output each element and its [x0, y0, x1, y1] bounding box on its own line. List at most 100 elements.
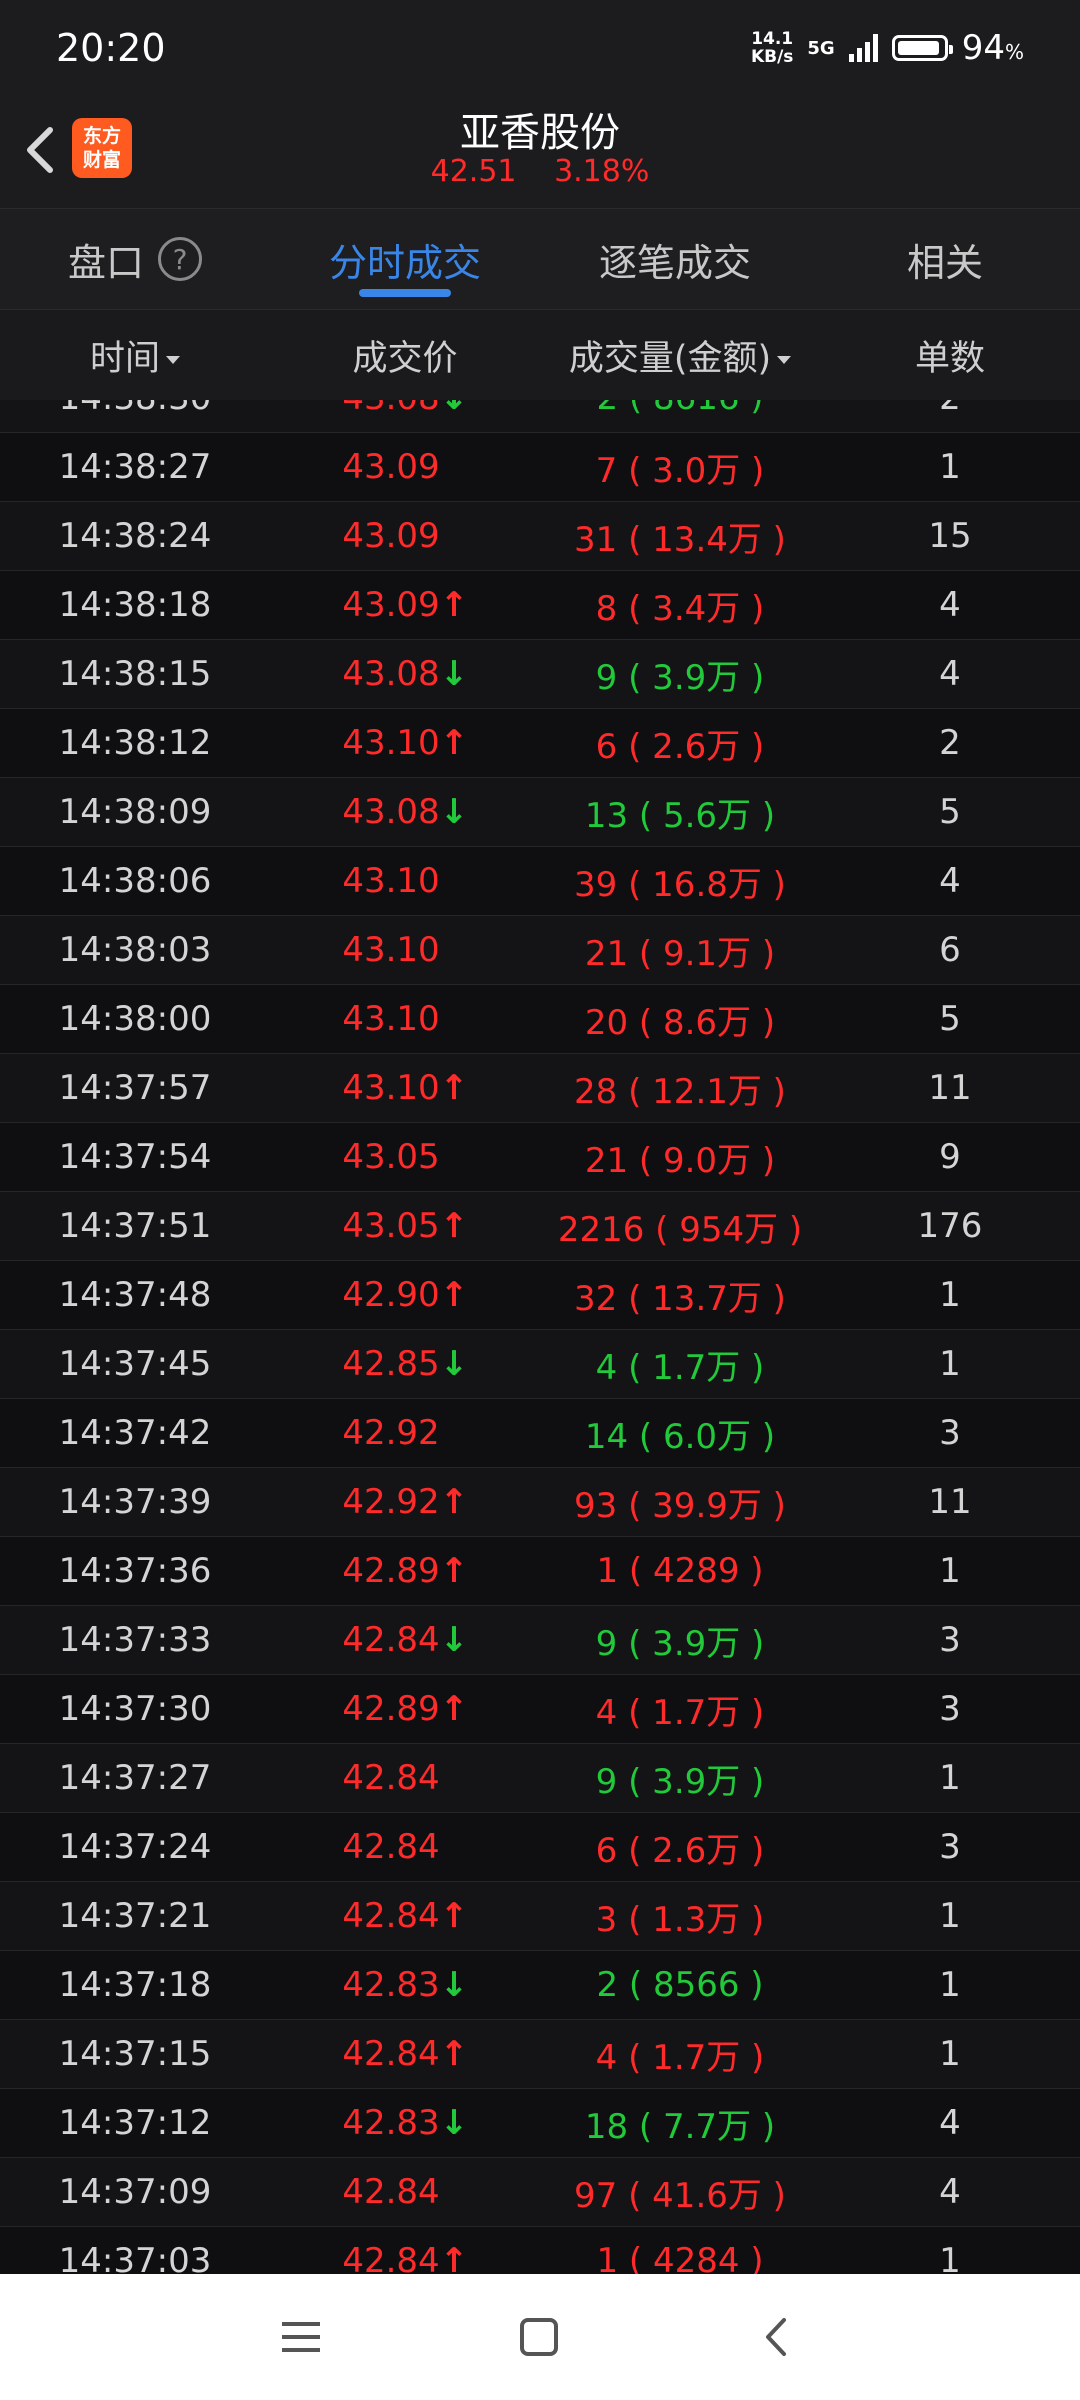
back-nav-icon[interactable] — [752, 2312, 802, 2362]
row-volume: 4 ( 1.7万 ) — [595, 2037, 765, 2078]
table-row[interactable]: 14:37:03 42.84↑ 1 ( 4284 ) 1 — [0, 2227, 1080, 2274]
net-speed: 14.1 KB/s — [751, 30, 793, 66]
table-row[interactable]: 14:37:24 42.84 6 ( 2.6万 ) 3 — [0, 1813, 1080, 1882]
table-row[interactable]: 14:37:15 42.84↑ 4 ( 1.7万 ) 1 — [0, 2020, 1080, 2089]
row-volume: 6 ( 2.6万 ) — [595, 726, 765, 767]
row-price-value: 42.85 — [342, 1344, 440, 1384]
row-price: 42.92↑ — [270, 1482, 540, 1522]
row-count: 4 — [939, 2103, 961, 2143]
row-volume: 7 ( 3.0万 ) — [595, 450, 765, 491]
row-count: 1 — [939, 1965, 961, 2005]
table-row[interactable]: 14:37:18 42.83↓ 2 ( 8566 ) 1 — [0, 1951, 1080, 2020]
row-time: 14:37:51 — [58, 1206, 212, 1246]
arrow-up-icon: ↑ — [439, 585, 469, 625]
row-volume: 9 ( 3.9万 ) — [595, 1761, 765, 1802]
row-time: 14:37:09 — [58, 2172, 212, 2212]
table-row[interactable]: 14:37:48 42.90↑ 32 ( 13.7万 ) 1 — [0, 1261, 1080, 1330]
trade-list[interactable]: 14:38:3043.08↓2 ( 8616 )214:38:2743.097 … — [0, 400, 1080, 2274]
table-row[interactable]: 14:38:3043.08↓2 ( 8616 )2 — [0, 400, 1080, 433]
table-row[interactable]: 14:38:03 43.10 21 ( 9.1万 ) 6 — [0, 916, 1080, 985]
tab-related[interactable]: 相关 — [810, 209, 1080, 309]
row-count: 5 — [939, 792, 961, 832]
status-bar: 20:20 14.1 KB/s 5G 94% — [0, 0, 1080, 100]
row-price-value: 42.90 — [342, 1275, 440, 1315]
table-row[interactable]: 14:37:36 42.89↑ 1 ( 4289 ) 1 — [0, 1537, 1080, 1606]
arrow-up-icon: ↑ — [439, 1896, 469, 1936]
home-icon[interactable] — [514, 2312, 564, 2362]
row-price-value: 43.09 — [342, 447, 440, 487]
col-volume[interactable]: 成交量(金额) — [540, 330, 820, 381]
tab-tick-trades[interactable]: 逐笔成交 — [540, 209, 810, 309]
arrow-up-icon: ↑ — [439, 2241, 469, 2274]
row-price-value: 42.92 — [342, 1413, 440, 1453]
row-time: 14:37:30 — [58, 1689, 212, 1729]
col-time[interactable]: 时间 — [0, 330, 270, 381]
tab-time-trades[interactable]: 分时成交 — [270, 209, 540, 309]
row-volume: 6 ( 2.6万 ) — [595, 1830, 765, 1871]
row-price-value: 42.84 — [342, 1827, 440, 1867]
table-row[interactable]: 14:37:45 42.85↓ 4 ( 1.7万 ) 1 — [0, 1330, 1080, 1399]
row-price: 42.84↑ — [270, 1896, 540, 1936]
table-row[interactable]: 14:37:51 43.05↑ 2216 ( 954万 ) 176 — [0, 1192, 1080, 1261]
row-price-value: 42.83 — [342, 2103, 440, 2143]
row-price-value: 42.84 — [342, 2172, 440, 2212]
table-row[interactable]: 14:37:27 42.84 9 ( 3.9万 ) 1 — [0, 1744, 1080, 1813]
row-count: 9 — [939, 1137, 961, 1177]
row-price-value: 43.09 — [342, 585, 440, 625]
arrow-up-icon: ↑ — [439, 1551, 469, 1591]
table-row[interactable]: 14:37:54 43.05 21 ( 9.0万 ) 9 — [0, 1123, 1080, 1192]
arrow-up-icon: ↑ — [439, 1068, 469, 1108]
table-row[interactable]: 14:37:12 42.83↓ 18 ( 7.7万 ) 4 — [0, 2089, 1080, 2158]
help-icon[interactable]: ? — [158, 237, 202, 281]
table-row[interactable]: 14:37:30 42.89↑ 4 ( 1.7万 ) 3 — [0, 1675, 1080, 1744]
row-price-value: 43.09 — [342, 516, 440, 556]
tab-orderbook[interactable]: 盘口 ? — [0, 209, 270, 309]
table-row[interactable]: 14:37:09 42.84 97 ( 41.6万 ) 4 — [0, 2158, 1080, 2227]
row-price: 43.09 — [270, 516, 540, 556]
battery-fill — [897, 41, 940, 55]
row-price: 42.84 — [270, 1827, 540, 1867]
arrow-down-icon: ↓ — [439, 1620, 469, 1660]
row-time: 14:37:54 — [58, 1137, 212, 1177]
table-row[interactable]: 14:37:21 42.84↑ 3 ( 1.3万 ) 1 — [0, 1882, 1080, 1951]
col-count: 单数 — [914, 338, 985, 379]
row-price-value: 42.92 — [342, 1482, 440, 1522]
col-price: 成交价 — [352, 338, 458, 379]
table-row[interactable]: 14:38:15 43.08↓ 9 ( 3.9万 ) 4 — [0, 640, 1080, 709]
table-row[interactable]: 14:38:18 43.09↑ 8 ( 3.4万 ) 4 — [0, 571, 1080, 640]
status-icons: 14.1 KB/s 5G 94% — [751, 28, 1024, 68]
row-price-value: 43.08 — [342, 654, 440, 694]
table-row[interactable]: 14:37:33 42.84↓ 9 ( 3.9万 ) 3 — [0, 1606, 1080, 1675]
table-row[interactable]: 14:38:09 43.08↓ 13 ( 5.6万 ) 5 — [0, 778, 1080, 847]
row-price-value: 42.84 — [342, 2034, 440, 2074]
table-row[interactable]: 14:37:57 43.10↑ 28 ( 12.1万 ) 11 — [0, 1054, 1080, 1123]
table-row[interactable]: 14:38:06 43.10 39 ( 16.8万 ) 4 — [0, 847, 1080, 916]
row-count: 1 — [939, 447, 961, 487]
row-time: 14:37:24 — [58, 1827, 212, 1867]
row-count: 6 — [939, 930, 961, 970]
table-row[interactable]: 14:37:39 42.92↑ 93 ( 39.9万 ) 11 — [0, 1468, 1080, 1537]
row-price-value: 42.84 — [342, 1758, 440, 1798]
row-price: 43.10 — [270, 999, 540, 1039]
table-row[interactable]: 14:38:12 43.10↑ 6 ( 2.6万 ) 2 — [0, 709, 1080, 778]
row-price: 42.84↓ — [270, 1620, 540, 1660]
table-row[interactable]: 14:38:24 43.09 31 ( 13.4万 ) 15 — [0, 502, 1080, 571]
row-price-value: 42.89 — [342, 1689, 440, 1729]
arrow-up-icon: ↑ — [439, 1482, 469, 1522]
row-time: 14:38:27 — [58, 447, 212, 487]
row-price-value: 43.10 — [342, 861, 440, 901]
row-time: 14:37:18 — [58, 1965, 212, 2005]
arrow-up-icon: ↑ — [439, 1275, 469, 1315]
table-row[interactable]: 14:37:42 42.92 14 ( 6.0万 ) 3 — [0, 1399, 1080, 1468]
arrow-down-icon: ↓ — [440, 400, 469, 418]
table-row[interactable]: 14:38:27 43.09 7 ( 3.0万 ) 1 — [0, 433, 1080, 502]
menu-icon[interactable] — [276, 2312, 326, 2362]
stock-change-pct: 3.18% — [554, 154, 650, 189]
arrow-up-icon: ↑ — [439, 2034, 469, 2074]
table-row[interactable]: 14:38:00 43.10 20 ( 8.6万 ) 5 — [0, 985, 1080, 1054]
row-count: 2 — [820, 400, 1080, 418]
row-price: 42.84 — [270, 1758, 540, 1798]
row-price-value: 43.10 — [342, 723, 440, 763]
row-count: 3 — [939, 1689, 961, 1729]
row-count: 11 — [928, 1482, 972, 1522]
